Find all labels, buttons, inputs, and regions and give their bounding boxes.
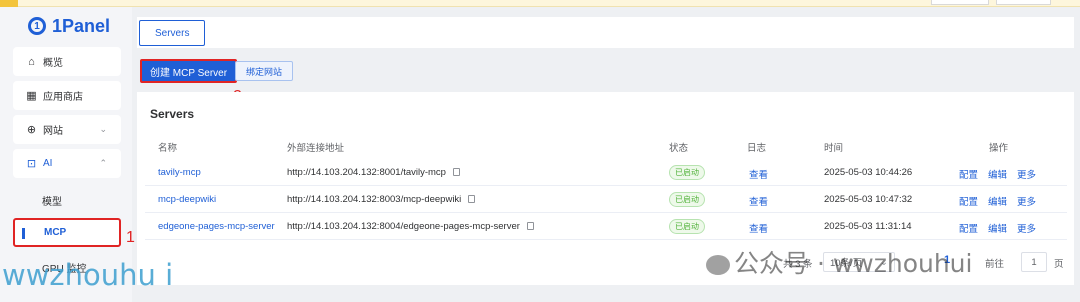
home-icon: ⌂ <box>28 55 35 68</box>
card-title: Servers <box>150 107 195 121</box>
view-log-link[interactable]: 查看 <box>749 167 768 181</box>
server-url-text: http://14.103.204.132:8004/edgeone-pages… <box>287 221 520 232</box>
sidebar-subitem-models[interactable]: 模型 <box>13 186 121 215</box>
server-name-link[interactable]: mcp-deepwiki <box>158 194 216 205</box>
server-url: http://14.103.204.132:8003/mcp-deepwiki <box>287 194 476 205</box>
tab-bar: Servers <box>137 17 1074 48</box>
server-time: 2025-05-03 10:47:32 <box>824 194 913 205</box>
sidebar-subitem-label: MCP <box>44 227 67 238</box>
more-link[interactable]: 更多 <box>1017 221 1036 235</box>
sidebar-item-label: 网站 <box>43 126 63 137</box>
column-header-status: 状态 <box>669 143 689 154</box>
sidebar-item-label: 概览 <box>43 58 63 69</box>
server-time: 2025-05-03 11:31:14 <box>824 221 912 232</box>
sidebar-subitem-mcp[interactable]: MCP <box>13 218 121 247</box>
server-name-link[interactable]: edgeone-pages-mcp-server <box>158 221 275 232</box>
app-logo[interactable]: 1 1Panel <box>28 15 110 37</box>
sidebar: 1 1Panel ⌂ 概览 ▦ 应用商店 ⊕ 网站 ⌄ ⊡ AI ⌃ 模型 MC… <box>0 7 132 302</box>
sidebar-item-label: 应用商店 <box>43 92 83 103</box>
more-link[interactable]: 更多 <box>1017 194 1036 208</box>
config-link[interactable]: 配置 <box>959 167 978 181</box>
sidebar-item-label: AI <box>43 158 53 169</box>
server-url-text: http://14.103.204.132:8001/tavily-mcp <box>287 167 446 178</box>
sidebar-subitem-label: GPU 监控 <box>42 264 87 275</box>
sidebar-subitem-label: 模型 <box>42 197 62 208</box>
edit-link[interactable]: 编辑 <box>988 221 1007 235</box>
sidebar-item-ai[interactable]: ⊡ AI ⌃ <box>13 149 121 178</box>
column-header-name: 名称 <box>158 143 178 154</box>
chevron-down-icon: ⌄ <box>99 124 107 134</box>
table-row: edgeone-pages-mcp-server http://14.103.2… <box>145 213 1067 240</box>
active-indicator <box>22 228 25 239</box>
bind-website-button[interactable]: 绑定网站 <box>235 61 294 81</box>
logo-text: 1Panel <box>52 15 111 36</box>
sidebar-subitem-gpu-monitor[interactable]: GPU 监控 <box>13 253 121 282</box>
notification-button[interactable] <box>996 0 1051 5</box>
robot-icon: ⊡ <box>26 158 37 170</box>
sidebar-item-websites[interactable]: ⊕ 网站 ⌄ <box>13 115 121 144</box>
notification-button[interactable] <box>931 0 989 5</box>
pagination-goto-label: 前往 <box>985 259 1005 270</box>
edit-link[interactable]: 编辑 <box>988 194 1007 208</box>
chevron-up-icon: ⌃ <box>99 158 107 168</box>
server-name-link[interactable]: tavily-mcp <box>158 167 201 178</box>
server-url: http://14.103.204.132:8004/edgeone-pages… <box>287 221 534 232</box>
copy-icon[interactable] <box>526 222 534 230</box>
column-header-log: 日志 <box>747 143 767 154</box>
pagination-goto-input[interactable]: 1 <box>1021 252 1047 272</box>
pagination-page-suffix: 页 <box>1054 259 1064 270</box>
logo-icon: 1 <box>28 17 46 35</box>
copy-icon[interactable] <box>468 195 476 203</box>
grid-icon: ▦ <box>26 90 37 102</box>
status-badge: 已启动 <box>669 192 705 207</box>
status-badge: 已启动 <box>669 219 705 234</box>
create-mcp-server-button[interactable]: 创建 MCP Server <box>140 59 238 83</box>
column-header-time: 时间 <box>824 143 844 154</box>
table-row: mcp-deepwiki http://14.103.204.132:8003/… <box>145 186 1067 213</box>
browser-notification-strip <box>0 0 1080 7</box>
pagination-total: 共 3 条 <box>783 259 813 270</box>
annotation-number-one: 1 <box>126 229 135 246</box>
table-row: tavily-mcp http://14.103.204.132:8001/ta… <box>145 159 1067 186</box>
sidebar-item-app-store[interactable]: ▦ 应用商店 <box>13 81 121 110</box>
tab-servers[interactable]: Servers <box>139 20 206 46</box>
column-header-url: 外部连接地址 <box>287 143 345 154</box>
pagination-current-page[interactable]: 1 <box>944 254 950 266</box>
config-link[interactable]: 配置 <box>959 221 978 235</box>
sidebar-item-overview[interactable]: ⌂ 概览 <box>13 47 121 76</box>
more-link[interactable]: 更多 <box>1017 167 1036 181</box>
globe-icon: ⊕ <box>26 124 37 136</box>
server-url-text: http://14.103.204.132:8003/mcp-deepwiki <box>287 194 462 205</box>
server-url: http://14.103.204.132:8001/tavily-mcp <box>287 167 460 178</box>
view-log-link[interactable]: 查看 <box>749 221 768 235</box>
page-size-select[interactable]: 10条/页 ⌄ <box>823 252 895 272</box>
column-header-actions: 操作 <box>989 143 1009 154</box>
copy-icon[interactable] <box>452 168 460 176</box>
server-time: 2025-05-03 10:44:26 <box>824 167 913 178</box>
view-log-link[interactable]: 查看 <box>749 194 768 208</box>
warning-icon <box>0 0 18 7</box>
page-size-value: 10条/页 <box>830 258 863 269</box>
config-link[interactable]: 配置 <box>959 194 978 208</box>
status-badge: 已启动 <box>669 165 705 180</box>
servers-card: Servers 名称 外部连接地址 状态 日志 时间 操作 tavily-mcp… <box>137 92 1074 285</box>
edit-link[interactable]: 编辑 <box>988 167 1007 181</box>
chevron-down-icon: ⌄ <box>880 256 888 268</box>
